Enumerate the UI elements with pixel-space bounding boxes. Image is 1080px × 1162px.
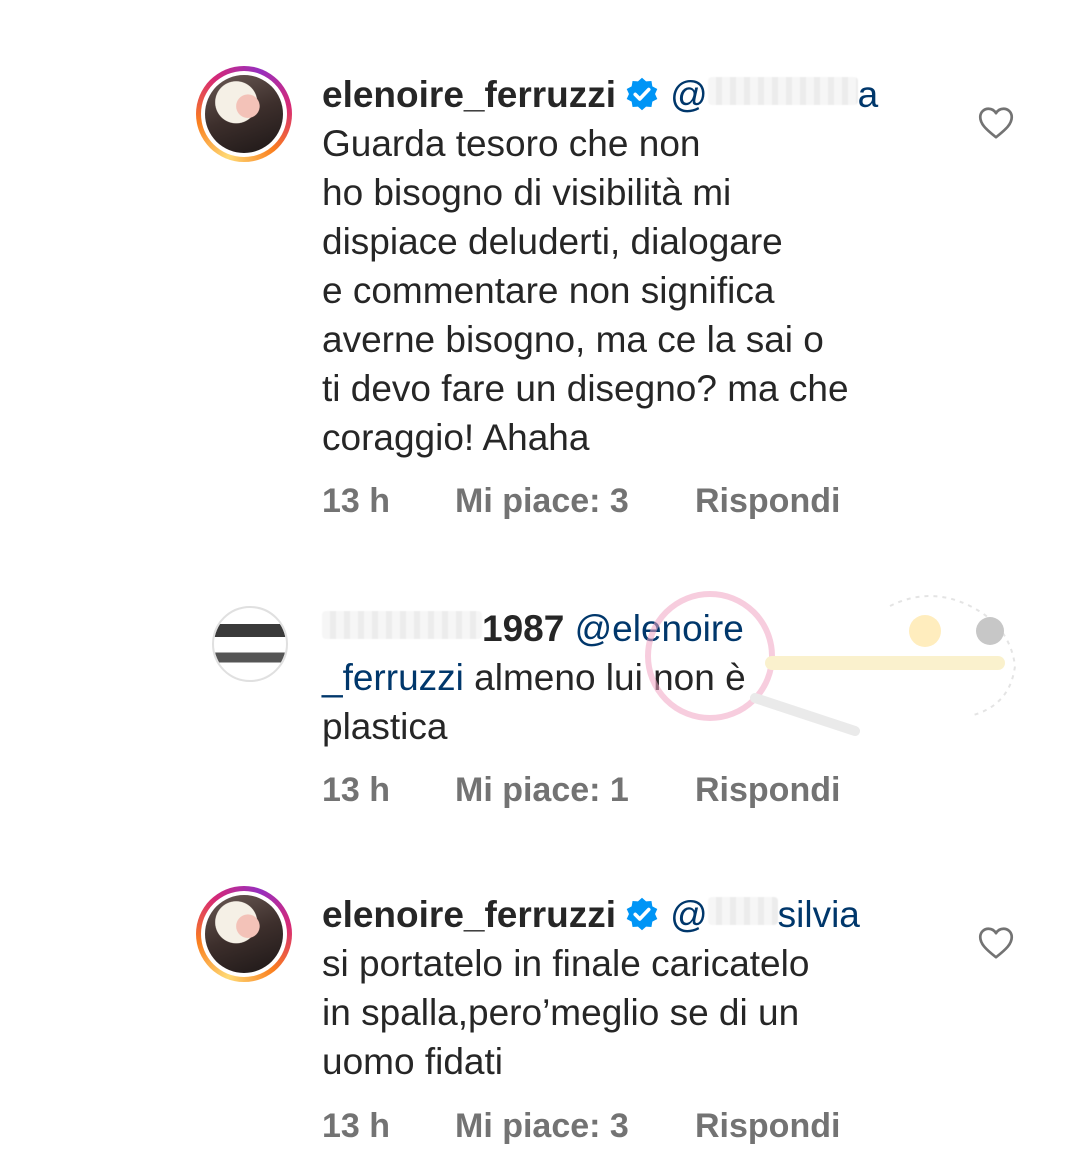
comment-line: uomo fidati	[322, 1041, 503, 1082]
comment-line: in spalla,pero’meglio se di un	[322, 992, 800, 1033]
avatar[interactable]	[212, 606, 288, 682]
comment-time: 13 h	[322, 482, 391, 520]
comment-username[interactable]: 1987	[482, 608, 564, 649]
comment-body: elenoire_ferruzzi @ a Guarda tesoro che n…	[322, 70, 972, 462]
avatar[interactable]	[196, 66, 292, 162]
comment-line: si portatelo in finale caricatelo	[322, 943, 810, 984]
avatar[interactable]	[196, 886, 292, 982]
comment-line: ho bisogno di visibilità mi	[322, 172, 732, 213]
watermark-graphic	[645, 591, 1017, 736]
comment-line: Guarda tesoro che non	[322, 123, 701, 164]
comment-username[interactable]: elenoire_ferruzzi	[322, 74, 616, 115]
like-count[interactable]: Mi piace: 1	[455, 771, 629, 810]
reply-button[interactable]: Rispondi	[695, 1107, 840, 1146]
mention-continued[interactable]: _ferruzzi	[322, 657, 464, 698]
comment-header: elenoire_ferruzzi @ a	[322, 70, 972, 119]
mention[interactable]: @ silvia	[670, 894, 860, 935]
comment-header: elenoire_ferruzzi @ silvia	[322, 890, 972, 939]
comment-username[interactable]: elenoire_ferruzzi	[322, 894, 616, 935]
heart-outline-icon[interactable]	[978, 926, 1014, 960]
redacted-username	[322, 611, 482, 639]
like-count[interactable]: Mi piace: 3	[455, 1107, 629, 1146]
comment-line: ti devo fare un disegno? ma che	[322, 368, 849, 409]
redacted-mention	[707, 77, 858, 105]
comment-body: elenoire_ferruzzi @ silvia si portatelo i…	[322, 890, 972, 1086]
reply-button[interactable]: Rispondi	[695, 771, 840, 810]
heart-outline-icon[interactable]	[978, 106, 1014, 140]
comment-line: dispiace deluderti, dialogare	[322, 221, 783, 262]
redacted-mention	[707, 897, 778, 925]
comment-line: e commentare non significa	[322, 270, 775, 311]
reply-button[interactable]: Rispondi	[695, 482, 840, 521]
comment-line: averne bisogno, ma ce la sai o	[322, 319, 824, 360]
comment-line: coraggio! Ahaha	[322, 417, 590, 458]
comment-time: 13 h	[322, 1107, 391, 1145]
like-count[interactable]: Mi piace: 3	[455, 482, 629, 521]
verified-badge-icon	[626, 897, 658, 931]
verified-badge-icon	[626, 77, 658, 111]
comment-time: 13 h	[322, 771, 391, 809]
mention[interactable]: @ a	[670, 74, 878, 115]
